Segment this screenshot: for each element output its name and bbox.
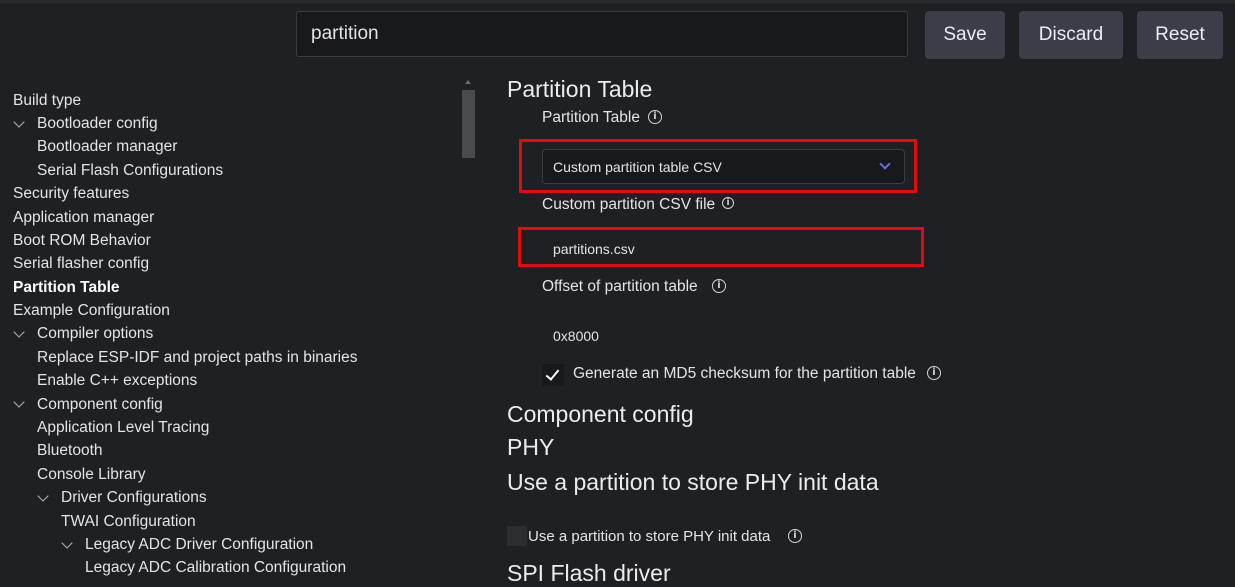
offset-label: Offset of partition table: [542, 278, 698, 295]
save-button[interactable]: Save: [925, 11, 1005, 59]
scroll-up-arrow-icon[interactable]: [465, 80, 471, 84]
custom-csv-field[interactable]: [553, 240, 883, 258]
reset-button[interactable]: Reset: [1137, 11, 1223, 59]
sidebar-item-driver-configurations[interactable]: Driver Configurations: [61, 486, 207, 509]
chevron-down-icon[interactable]: [13, 116, 25, 128]
sidebar-item-serial-flasher-config[interactable]: Serial flasher config: [13, 252, 149, 275]
info-circle-icon[interactable]: i: [927, 366, 941, 380]
sidebar-item-boot-rom-behavior[interactable]: Boot ROM Behavior: [13, 229, 151, 252]
section-title-spi-flash-driver: SPI Flash driver: [507, 560, 671, 586]
chevron-down-icon[interactable]: [13, 396, 25, 408]
sidebar-item-legacy-adc-calibration-configuration[interactable]: Legacy ADC Calibration Configuration: [85, 556, 346, 579]
info-circle-icon[interactable]: i: [722, 197, 734, 209]
chevron-down-icon: [879, 158, 891, 170]
sidebar-item-build-type[interactable]: Build type: [13, 89, 81, 112]
checkmark-icon: [545, 366, 560, 381]
phy-init-checkbox-label: Use a partition to store PHY init data: [528, 528, 771, 545]
sidebar-item-bootloader-manager[interactable]: Bootloader manager: [37, 135, 177, 158]
sidebar-item-application-level-tracing[interactable]: Application Level Tracing: [37, 416, 209, 439]
info-circle-icon[interactable]: i: [712, 279, 726, 293]
info-circle-icon[interactable]: i: [788, 529, 802, 543]
sidebar-item-console-library[interactable]: Console Library: [37, 463, 146, 486]
offset-field[interactable]: [553, 327, 853, 345]
sidebar-item-security-features[interactable]: Security features: [13, 182, 129, 205]
sidebar-item-example-configuration[interactable]: Example Configuration: [13, 299, 170, 322]
section-title-phy: PHY: [507, 434, 555, 460]
search-input[interactable]: [296, 11, 908, 57]
sidebar-item-serial-flash-configurations[interactable]: Serial Flash Configurations: [37, 159, 223, 182]
section-title-partition-table: Partition Table: [507, 76, 653, 102]
info-circle-icon[interactable]: i: [648, 110, 662, 124]
partition-table-select-value: Custom partition table CSV: [553, 159, 722, 175]
section-title-component-config: Component config: [507, 401, 694, 427]
sidebar-item-application-manager[interactable]: Application manager: [13, 206, 154, 229]
custom-csv-label: Custom partition CSV file: [542, 196, 716, 213]
sidebar-item-replace-esp-idf-paths[interactable]: Replace ESP-IDF and project paths in bin…: [37, 346, 358, 369]
chevron-down-icon[interactable]: [61, 537, 73, 549]
md5-checkbox[interactable]: [542, 364, 564, 386]
sidebar-item-bootloader-config[interactable]: Bootloader config: [37, 112, 158, 135]
discard-button[interactable]: Discard: [1019, 11, 1123, 59]
partition-table-select[interactable]: Custom partition table CSV: [542, 149, 905, 184]
sidebar-item-twai-configuration[interactable]: TWAI Configuration: [61, 510, 196, 533]
tab-strip: [0, 0, 1235, 3]
chevron-down-icon[interactable]: [13, 326, 25, 338]
sidebar-item-enable-cpp-exceptions[interactable]: Enable C++ exceptions: [37, 369, 197, 392]
sidebar-item-component-config[interactable]: Component config: [37, 393, 163, 416]
phy-init-checkbox[interactable]: [507, 526, 527, 546]
section-title-phy-init-data: Use a partition to store PHY init data: [507, 469, 879, 495]
sidebar-item-bluetooth[interactable]: Bluetooth: [37, 439, 103, 462]
chevron-down-icon[interactable]: [37, 490, 49, 502]
sidebar-item-partition-table[interactable]: Partition Table: [13, 276, 120, 299]
md5-checkbox-label: Generate an MD5 checksum for the partiti…: [573, 365, 916, 382]
sidebar-item-legacy-adc-driver-configuration[interactable]: Legacy ADC Driver Configuration: [85, 533, 313, 556]
partition-table-label: Partition Table: [542, 109, 640, 126]
sidebar-scrollbar-thumb[interactable]: [462, 90, 475, 158]
sidebar-item-compiler-options[interactable]: Compiler options: [37, 322, 153, 345]
